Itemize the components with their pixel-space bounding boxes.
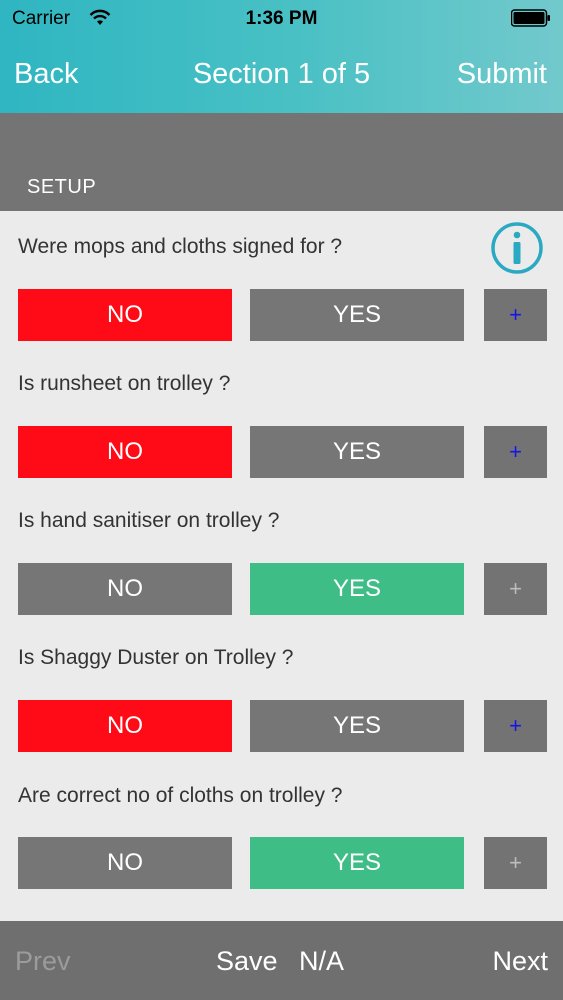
yes-button[interactable]: YES bbox=[250, 837, 464, 889]
na-button[interactable]: N/A bbox=[299, 946, 344, 977]
question-text: Is Shaggy Duster on Trolley ? bbox=[18, 646, 294, 669]
question-text: Is runsheet on trolley ? bbox=[18, 372, 231, 395]
bottom-toolbar bbox=[0, 921, 563, 1000]
back-button[interactable]: Back bbox=[14, 58, 78, 91]
no-button[interactable]: NO bbox=[18, 700, 232, 752]
question-text: Are correct no of cloths on trolley ? bbox=[18, 784, 343, 807]
question-text: Were mops and cloths signed for ? bbox=[18, 235, 343, 258]
yes-button[interactable]: YES bbox=[250, 563, 464, 615]
add-note-button[interactable]: + bbox=[484, 563, 547, 615]
info-circle-icon[interactable] bbox=[490, 221, 544, 275]
no-button[interactable]: NO bbox=[18, 563, 232, 615]
battery-icon bbox=[511, 9, 550, 27]
no-button[interactable]: NO bbox=[18, 426, 232, 478]
add-note-button[interactable]: + bbox=[484, 837, 547, 889]
yes-button[interactable]: YES bbox=[250, 700, 464, 752]
yes-button[interactable]: YES bbox=[250, 426, 464, 478]
add-note-button[interactable]: + bbox=[484, 289, 547, 341]
submit-button[interactable]: Submit bbox=[457, 58, 547, 91]
question-text: Is hand sanitiser on trolley ? bbox=[18, 509, 280, 532]
next-button[interactable]: Next bbox=[492, 946, 548, 977]
status-time: 1:36 PM bbox=[245, 8, 318, 29]
add-note-button[interactable]: + bbox=[484, 700, 547, 752]
no-button[interactable]: NO bbox=[18, 289, 232, 341]
yes-button[interactable]: YES bbox=[250, 289, 464, 341]
section-title: SETUP bbox=[27, 176, 97, 198]
no-button[interactable]: NO bbox=[18, 837, 232, 889]
prev-button[interactable]: Prev bbox=[15, 946, 71, 977]
status-bar: Carrier 1:36 PM bbox=[0, 0, 563, 40]
add-note-button[interactable]: + bbox=[484, 426, 547, 478]
save-button[interactable]: Save bbox=[216, 946, 278, 977]
